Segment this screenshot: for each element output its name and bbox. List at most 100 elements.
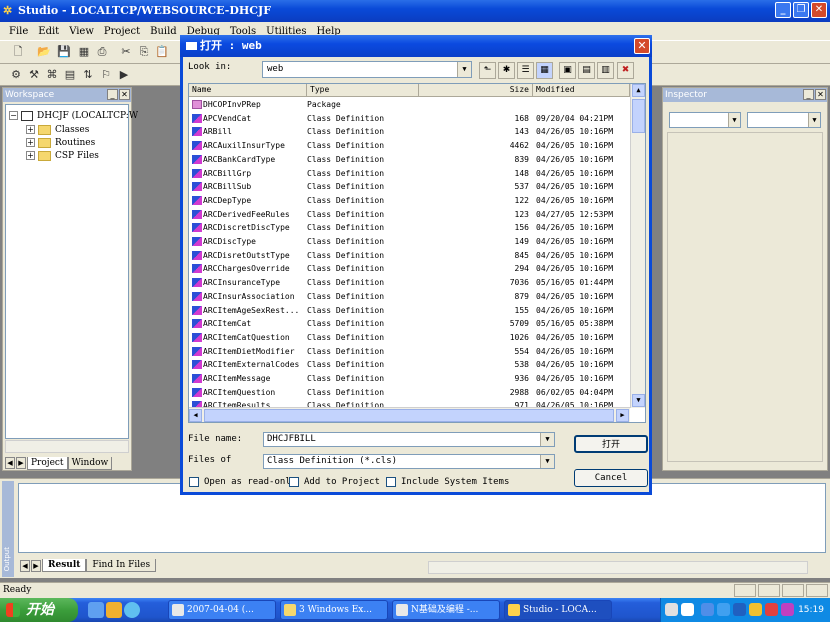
scroll-down-icon[interactable]: ▼ [632,394,645,407]
file-row[interactable]: ARCItemCat Class Definition 5709 05/16/05 0… [189,317,630,331]
chevron-down-icon[interactable]: ▼ [540,433,554,446]
file-row[interactable]: ARCItemExternalCodes Class Definition 538 0… [189,358,630,372]
checkbox-box[interactable] [289,476,299,487]
expand-icon[interactable]: + [26,151,35,160]
file-row[interactable]: ARCItemQuestion Class Definition 2988 06/02… [189,386,630,400]
file-row[interactable]: ARCAuxilInsurType Class Definition 4462 04/… [189,139,630,153]
tab-result[interactable]: Result [42,559,87,572]
file-row[interactable]: ARCDiscretDiscType Class Definition 156 04/… [189,221,630,235]
table-icon[interactable]: ▤ [62,67,78,83]
taskbar-item[interactable]: 2007-04-04 (... [168,600,276,620]
tray-app-icon[interactable] [717,603,730,616]
minimize-button[interactable]: _ [775,2,791,18]
show-desktop-icon[interactable] [88,602,104,618]
build-icon[interactable]: ⚒ [26,67,42,83]
expand-icon[interactable]: + [26,125,35,134]
save-all-icon[interactable]: ▦ [76,44,92,60]
tree-item-csp-files[interactable]: + CSP Files [26,149,99,162]
debug-icon[interactable]: ⚐ [98,67,114,83]
file-row[interactable]: ARCDiscType Class Definition 149 04/26/05 1… [189,235,630,249]
compile-icon[interactable]: ⚙ [8,67,24,83]
tab-project[interactable]: Project [27,456,68,470]
file-row[interactable]: ARCItemAgeSexRest... Class Definition 155 0… [189,304,630,318]
tab-find-in-files[interactable]: Find In Files [86,559,157,572]
open-button[interactable]: 打开 [574,435,648,453]
workspace-minimize-button[interactable]: _ [107,89,118,100]
scroll-left-icon[interactable]: ◀ [189,409,202,422]
new-folder-icon[interactable]: ✱ [498,62,515,79]
checkbox-box[interactable] [386,476,396,487]
tree-root[interactable]: − DHCJF (LOCALTCP:W [9,109,138,122]
menu-build[interactable]: Build [145,26,182,37]
file-row[interactable]: APCVendCat Class Definition 168 09/20/04 04… [189,112,630,126]
dialog-close-button[interactable]: ✕ [634,38,650,54]
inherit-icon[interactable]: ⇅ [80,67,96,83]
file-row[interactable]: DHCOPInvPRep Package [189,98,630,112]
expand-icon[interactable]: + [26,138,35,147]
tool-icon[interactable]: ▤ [578,62,595,79]
new-file-icon[interactable]: 🗋 [10,44,26,60]
file-name-input[interactable]: DHCJFBILL ▼ [263,432,555,447]
tab-left-arrow-icon[interactable]: ◀ [20,559,30,572]
list-view-icon[interactable]: ☰ [517,62,534,79]
add-to-project-checkbox[interactable]: Add to Project [289,476,380,487]
help-icon[interactable] [681,603,694,616]
file-row[interactable]: ARCItemCatQuestion Class Definition 1026 04… [189,331,630,345]
menu-edit[interactable]: Edit [33,26,64,37]
workspace-close-button[interactable]: ✕ [119,89,130,100]
menu-project[interactable]: Project [99,26,145,37]
look-in-select[interactable]: web ▼ [262,61,472,78]
internet-explorer-icon[interactable] [124,602,140,618]
tab-window[interactable]: Window [67,456,113,470]
network-icon[interactable] [701,603,714,616]
taskbar-item[interactable]: N基础及编程 -... [392,600,500,620]
cut-icon[interactable]: ✂ [118,44,134,60]
file-row[interactable]: ARCChargesOverride Class Definition 294 04/… [189,262,630,276]
details-view-icon[interactable]: ▦ [536,62,553,79]
taskbar-item-active[interactable]: Studio - LOCA... [504,600,612,620]
save-icon[interactable]: 💾 [56,44,72,60]
inspector-category-select[interactable]: ▼ [669,112,741,128]
inspector-close-button[interactable]: ✕ [815,89,826,100]
inspector-minimize-button[interactable]: _ [803,89,814,100]
tab-right-arrow-icon[interactable]: ▶ [31,559,41,572]
scroll-right-icon[interactable]: ▶ [616,409,629,422]
tray-app-icon[interactable] [765,603,778,616]
output-horizontal-scrollbar[interactable] [428,561,808,574]
inspector-member-select[interactable]: ▼ [747,112,821,128]
print-icon[interactable]: ⎙ [94,44,110,60]
file-row[interactable]: ARCItemDietModifier Class Definition 554 04… [189,345,630,359]
tool-icon[interactable]: ▥ [597,62,614,79]
copy-icon[interactable]: ⎘ [136,44,152,60]
class-wizard-icon[interactable]: ⌘ [44,67,60,83]
file-row[interactable]: ARCBillSub Class Definition 537 04/26/05 10… [189,180,630,194]
scroll-thumb[interactable] [204,409,614,422]
column-modified[interactable]: Modified [533,84,630,97]
taskbar-item[interactable]: 3 Windows Ex... [280,600,388,620]
file-row[interactable]: ARCDepType Class Definition 122 04/26/05 10… [189,194,630,208]
tree-item-classes[interactable]: + Classes [26,123,89,136]
run-icon[interactable]: ▶ [116,67,132,83]
file-row[interactable]: ARCBankCardType Class Definition 839 04/26/… [189,153,630,167]
file-row[interactable]: ARCDisretOutstType Class Definition 845 04/… [189,249,630,263]
column-type[interactable]: Type [307,84,419,97]
file-row[interactable]: ARCDerivedFeeRules Class Definition 123 04/… [189,208,630,222]
menu-view[interactable]: View [64,26,99,37]
restore-button[interactable]: ❐ [793,2,809,18]
column-size[interactable]: Size [419,84,533,97]
column-name[interactable]: Name [189,84,307,97]
tool-icon[interactable]: ▣ [559,62,576,79]
checkbox-box[interactable] [189,476,199,487]
tab-left-arrow-icon[interactable]: ◀ [5,457,15,469]
include-system-items-checkbox[interactable]: Include System Items [386,476,509,487]
file-list-horizontal-scrollbar[interactable]: ◀ ▶ [189,407,630,422]
tray-app-icon[interactable] [733,603,746,616]
keyboard-icon[interactable] [665,603,678,616]
file-row[interactable]: ARCInsuranceType Class Definition 7036 05/1… [189,276,630,290]
workspace-horizontal-scrollbar[interactable] [5,440,129,453]
up-folder-icon[interactable]: ⬑ [479,62,496,79]
close-button[interactable]: ✕ [811,2,827,18]
scroll-thumb[interactable] [632,99,645,133]
files-of-type-select[interactable]: Class Definition (*.cls) ▼ [263,454,555,469]
delete-icon[interactable]: ✖ [617,62,634,79]
